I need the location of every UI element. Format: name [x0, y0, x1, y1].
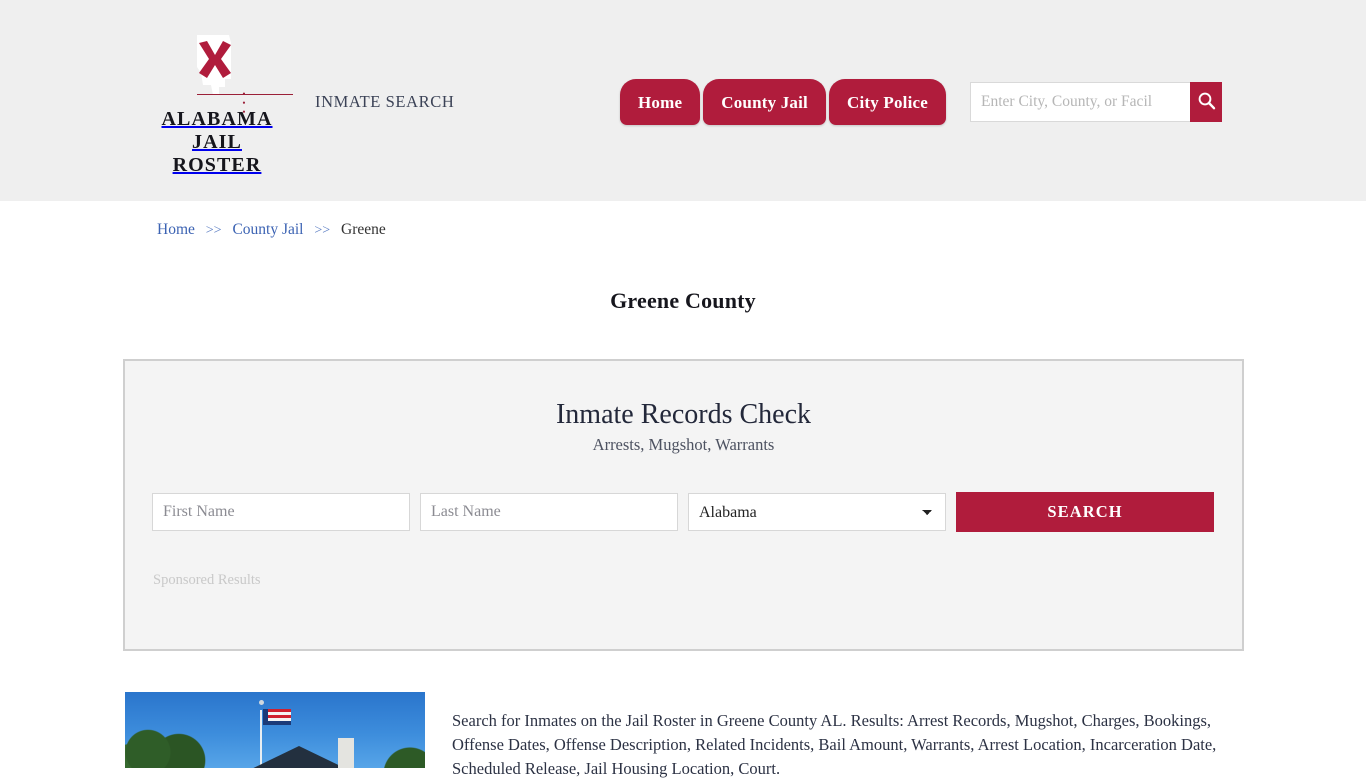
breadcrumb-separator: >>: [205, 223, 222, 238]
main-navigation: Home County Jail City Police: [620, 78, 947, 125]
search-icon: [1197, 91, 1216, 113]
photo-tree-left: [125, 712, 225, 768]
breadcrumb-item-home[interactable]: Home: [157, 221, 195, 238]
breadcrumb-item-current: Greene: [341, 221, 386, 238]
page-title: Greene County: [610, 287, 756, 313]
panel-subtitle: Arrests, Mugshot, Warrants: [592, 435, 775, 454]
brand-dots: • • •: [242, 89, 248, 117]
photo-tree-right: [361, 738, 425, 768]
site-logo[interactable]: • • • ALABAMA JAIL ROSTER: [152, 33, 282, 177]
photo-flagpole: [260, 710, 262, 768]
alabama-state-outline-with-red-cross-icon: [189, 35, 245, 107]
inmate-records-check-panel: Inmate Records Check Arrests, Mugshot, W…: [123, 359, 1244, 651]
header-search-input[interactable]: [970, 82, 1190, 122]
breadcrumb-separator: >>: [314, 223, 331, 238]
inmate-search-form: Alabama SEARCH: [125, 492, 1242, 532]
american-flag-icon: [263, 709, 291, 725]
last-name-input[interactable]: [420, 493, 678, 531]
site-tagline: INMATE SEARCH: [315, 92, 455, 111]
first-name-input[interactable]: [152, 493, 410, 531]
photo-flagpole-finial: [258, 700, 264, 705]
sponsored-results-label: Sponsored Results: [153, 572, 261, 588]
header-search-button[interactable]: [1190, 82, 1222, 122]
breadcrumb-item-county-jail[interactable]: County Jail: [232, 221, 303, 238]
site-header: • • • ALABAMA JAIL ROSTER INMATE SEARCH …: [0, 0, 1366, 201]
state-select[interactable]: Alabama: [688, 493, 946, 531]
nav-tab-home[interactable]: Home: [620, 79, 701, 125]
brand-name-line1: ALABAMA: [161, 108, 273, 130]
photo-building-column: [338, 738, 354, 768]
brand-name-line2: JAIL ROSTER: [172, 131, 262, 176]
nav-tab-city-police[interactable]: City Police: [828, 79, 947, 125]
page-description: Search for Inmates on the Jail Roster in…: [452, 710, 1217, 778]
nav-tab-county-jail[interactable]: County Jail: [703, 79, 826, 125]
breadcrumb: Home >> County Jail >> Greene: [157, 221, 386, 239]
panel-title: Inmate Records Check: [555, 399, 812, 430]
header-search-form: [970, 82, 1222, 122]
search-submit-button[interactable]: SEARCH: [956, 492, 1214, 532]
courthouse-photo: [125, 692, 425, 768]
